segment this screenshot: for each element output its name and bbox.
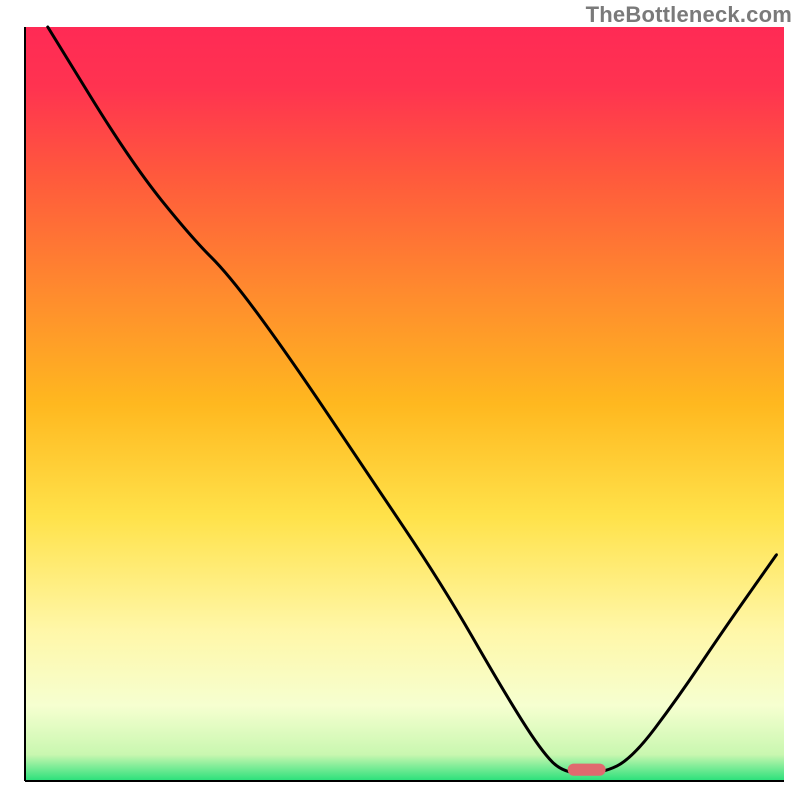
chart-background bbox=[25, 27, 784, 781]
optimal-marker bbox=[568, 764, 606, 776]
chart-svg bbox=[0, 0, 800, 800]
watermark-text: TheBottleneck.com bbox=[586, 2, 792, 28]
bottleneck-chart: TheBottleneck.com bbox=[0, 0, 800, 800]
